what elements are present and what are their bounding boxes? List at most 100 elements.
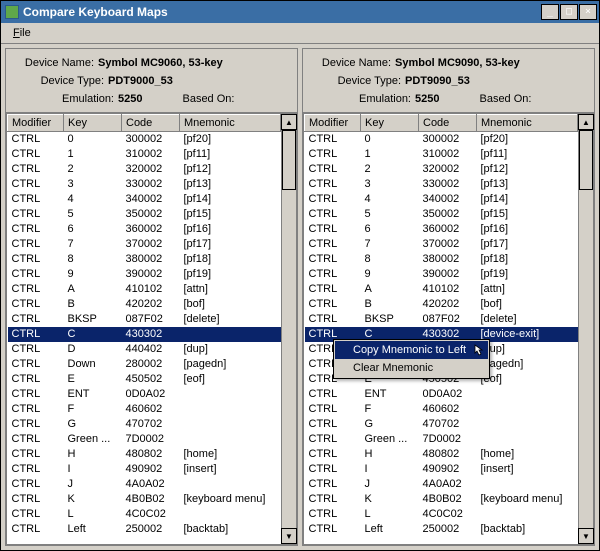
table-row[interactable]: CTRLD440402[dup] — [8, 342, 281, 357]
table-row[interactable]: CTRLENT0D0A02 — [305, 387, 578, 402]
table-row[interactable]: CTRLF460602 — [305, 402, 578, 417]
context-menu-item[interactable]: Clear Mnemonic — [335, 359, 488, 377]
up-arrow-icon[interactable]: ▲ — [578, 114, 594, 130]
table-row[interactable]: CTRL0300002[pf20] — [8, 132, 281, 148]
table-row[interactable]: CTRL1310002[pf11] — [305, 147, 578, 162]
table-row[interactable]: CTRLGreen ...7D0002 — [8, 432, 281, 447]
col-mnemonic[interactable]: Mnemonic — [180, 115, 281, 132]
cell-mn: [pf12] — [477, 162, 578, 177]
cell-key: 1 — [361, 147, 419, 162]
table-row[interactable]: CTRL0300002[pf20] — [305, 132, 578, 148]
cell-code: 390002 — [122, 267, 180, 282]
cell-mn: [delete] — [477, 312, 578, 327]
col-mnemonic[interactable]: Mnemonic — [477, 115, 578, 132]
table-row[interactable]: CTRL5350002[pf15] — [305, 207, 578, 222]
left-scrollbar[interactable]: ▲ ▼ — [281, 113, 297, 545]
cell-mod: CTRL — [8, 402, 64, 417]
table-row[interactable]: CTRLL4C0C02 — [8, 507, 281, 522]
scrollbar-track[interactable] — [579, 130, 593, 528]
cell-code: 350002 — [122, 207, 180, 222]
table-row[interactable]: CTRL8380002[pf18] — [305, 252, 578, 267]
cell-mod: CTRL — [305, 312, 361, 327]
right-table-scroll[interactable]: Modifier Key Code Mnemonic CTRL0300002[p… — [304, 114, 578, 544]
cell-key: 6 — [361, 222, 419, 237]
cell-mod: CTRL — [8, 147, 64, 162]
table-row[interactable]: CTRLF460602 — [8, 402, 281, 417]
cell-mn — [180, 432, 281, 447]
table-row[interactable]: CTRLE450502[eof] — [8, 372, 281, 387]
cell-mn — [477, 387, 578, 402]
table-row[interactable]: CTRL5350002[pf15] — [8, 207, 281, 222]
col-key[interactable]: Key — [64, 115, 122, 132]
table-row[interactable]: CTRLB420202[bof] — [8, 297, 281, 312]
table-row[interactable]: CTRLA410102[attn] — [305, 282, 578, 297]
table-row[interactable]: CTRLG470702 — [8, 417, 281, 432]
table-row[interactable]: CTRLL4C0C02 — [305, 507, 578, 522]
table-row[interactable]: CTRL4340002[pf14] — [8, 192, 281, 207]
up-arrow-icon[interactable]: ▲ — [281, 114, 297, 130]
app-icon — [5, 5, 19, 19]
cell-mn: [dup] — [477, 342, 578, 357]
down-arrow-icon[interactable]: ▼ — [578, 528, 594, 544]
down-arrow-icon[interactable]: ▼ — [281, 528, 297, 544]
table-row[interactable]: CTRLI490902[insert] — [8, 462, 281, 477]
right-scrollbar[interactable]: ▲ ▼ — [578, 113, 594, 545]
table-row[interactable]: CTRLK4B0B02[keyboard menu] — [8, 492, 281, 507]
table-row[interactable]: CTRLBKSP087F02[delete] — [8, 312, 281, 327]
left-header-row: Modifier Key Code Mnemonic — [8, 115, 281, 132]
cell-key: I — [64, 462, 122, 477]
table-row[interactable]: CTRLG470702 — [305, 417, 578, 432]
scrollbar-track[interactable] — [282, 130, 296, 528]
table-row[interactable]: CTRLDown280002[pagedn] — [8, 357, 281, 372]
maximize-button[interactable]: □ — [560, 4, 578, 20]
left-table-scroll[interactable]: Modifier Key Code Mnemonic CTRL0300002[p… — [7, 114, 281, 544]
col-code[interactable]: Code — [419, 115, 477, 132]
table-row[interactable]: CTRL6360002[pf16] — [305, 222, 578, 237]
table-row[interactable]: CTRLI490902[insert] — [305, 462, 578, 477]
cell-key: 7 — [64, 237, 122, 252]
cell-mod: CTRL — [8, 447, 64, 462]
table-row[interactable]: CTRL7370002[pf17] — [8, 237, 281, 252]
context-menu-item[interactable]: Copy Mnemonic to Left — [335, 341, 488, 359]
table-row[interactable]: CTRL2320002[pf12] — [8, 162, 281, 177]
label-emulation: Emulation: — [307, 91, 411, 108]
table-row[interactable]: CTRLK4B0B02[keyboard menu] — [305, 492, 578, 507]
table-row[interactable]: CTRLB420202[bof] — [305, 297, 578, 312]
table-row[interactable]: CTRLGreen ...7D0002 — [305, 432, 578, 447]
table-row[interactable]: CTRLLeft250002[backtab] — [8, 522, 281, 537]
table-row[interactable]: CTRL3330002[pf13] — [8, 177, 281, 192]
cell-mn: [pf20] — [180, 132, 281, 148]
table-row[interactable]: CTRL9390002[pf19] — [305, 267, 578, 282]
table-row[interactable]: CTRLJ4A0A02 — [305, 477, 578, 492]
table-row[interactable]: CTRL4340002[pf14] — [305, 192, 578, 207]
table-row[interactable]: CTRLH480802[home] — [8, 447, 281, 462]
table-row[interactable]: CTRL3330002[pf13] — [305, 177, 578, 192]
table-row[interactable]: CTRL6360002[pf16] — [8, 222, 281, 237]
cell-mod: CTRL — [8, 192, 64, 207]
col-code[interactable]: Code — [122, 115, 180, 132]
table-row[interactable]: CTRLC430302 — [8, 327, 281, 342]
table-row[interactable]: CTRLLeft250002[backtab] — [305, 522, 578, 537]
table-row[interactable]: CTRLH480802[home] — [305, 447, 578, 462]
table-row[interactable]: CTRLENT0D0A02 — [8, 387, 281, 402]
col-key[interactable]: Key — [361, 115, 419, 132]
menu-file[interactable]: File — [7, 25, 37, 41]
table-row[interactable]: CTRL9390002[pf19] — [8, 267, 281, 282]
scrollbar-thumb[interactable] — [282, 130, 296, 190]
cell-code: 4B0B02 — [419, 492, 477, 507]
close-button[interactable]: × — [579, 4, 597, 20]
table-row[interactable]: CTRL7370002[pf17] — [305, 237, 578, 252]
minimize-button[interactable]: _ — [541, 4, 559, 20]
cell-key: K — [64, 492, 122, 507]
cell-mn: [dup] — [180, 342, 281, 357]
table-row[interactable]: CTRL2320002[pf12] — [305, 162, 578, 177]
table-row[interactable]: CTRLBKSP087F02[delete] — [305, 312, 578, 327]
table-row[interactable]: CTRLJ4A0A02 — [8, 477, 281, 492]
cell-mn: [pf13] — [477, 177, 578, 192]
table-row[interactable]: CTRLA410102[attn] — [8, 282, 281, 297]
col-modifier[interactable]: Modifier — [305, 115, 361, 132]
scrollbar-thumb[interactable] — [579, 130, 593, 190]
table-row[interactable]: CTRL8380002[pf18] — [8, 252, 281, 267]
col-modifier[interactable]: Modifier — [8, 115, 64, 132]
table-row[interactable]: CTRL1310002[pf11] — [8, 147, 281, 162]
